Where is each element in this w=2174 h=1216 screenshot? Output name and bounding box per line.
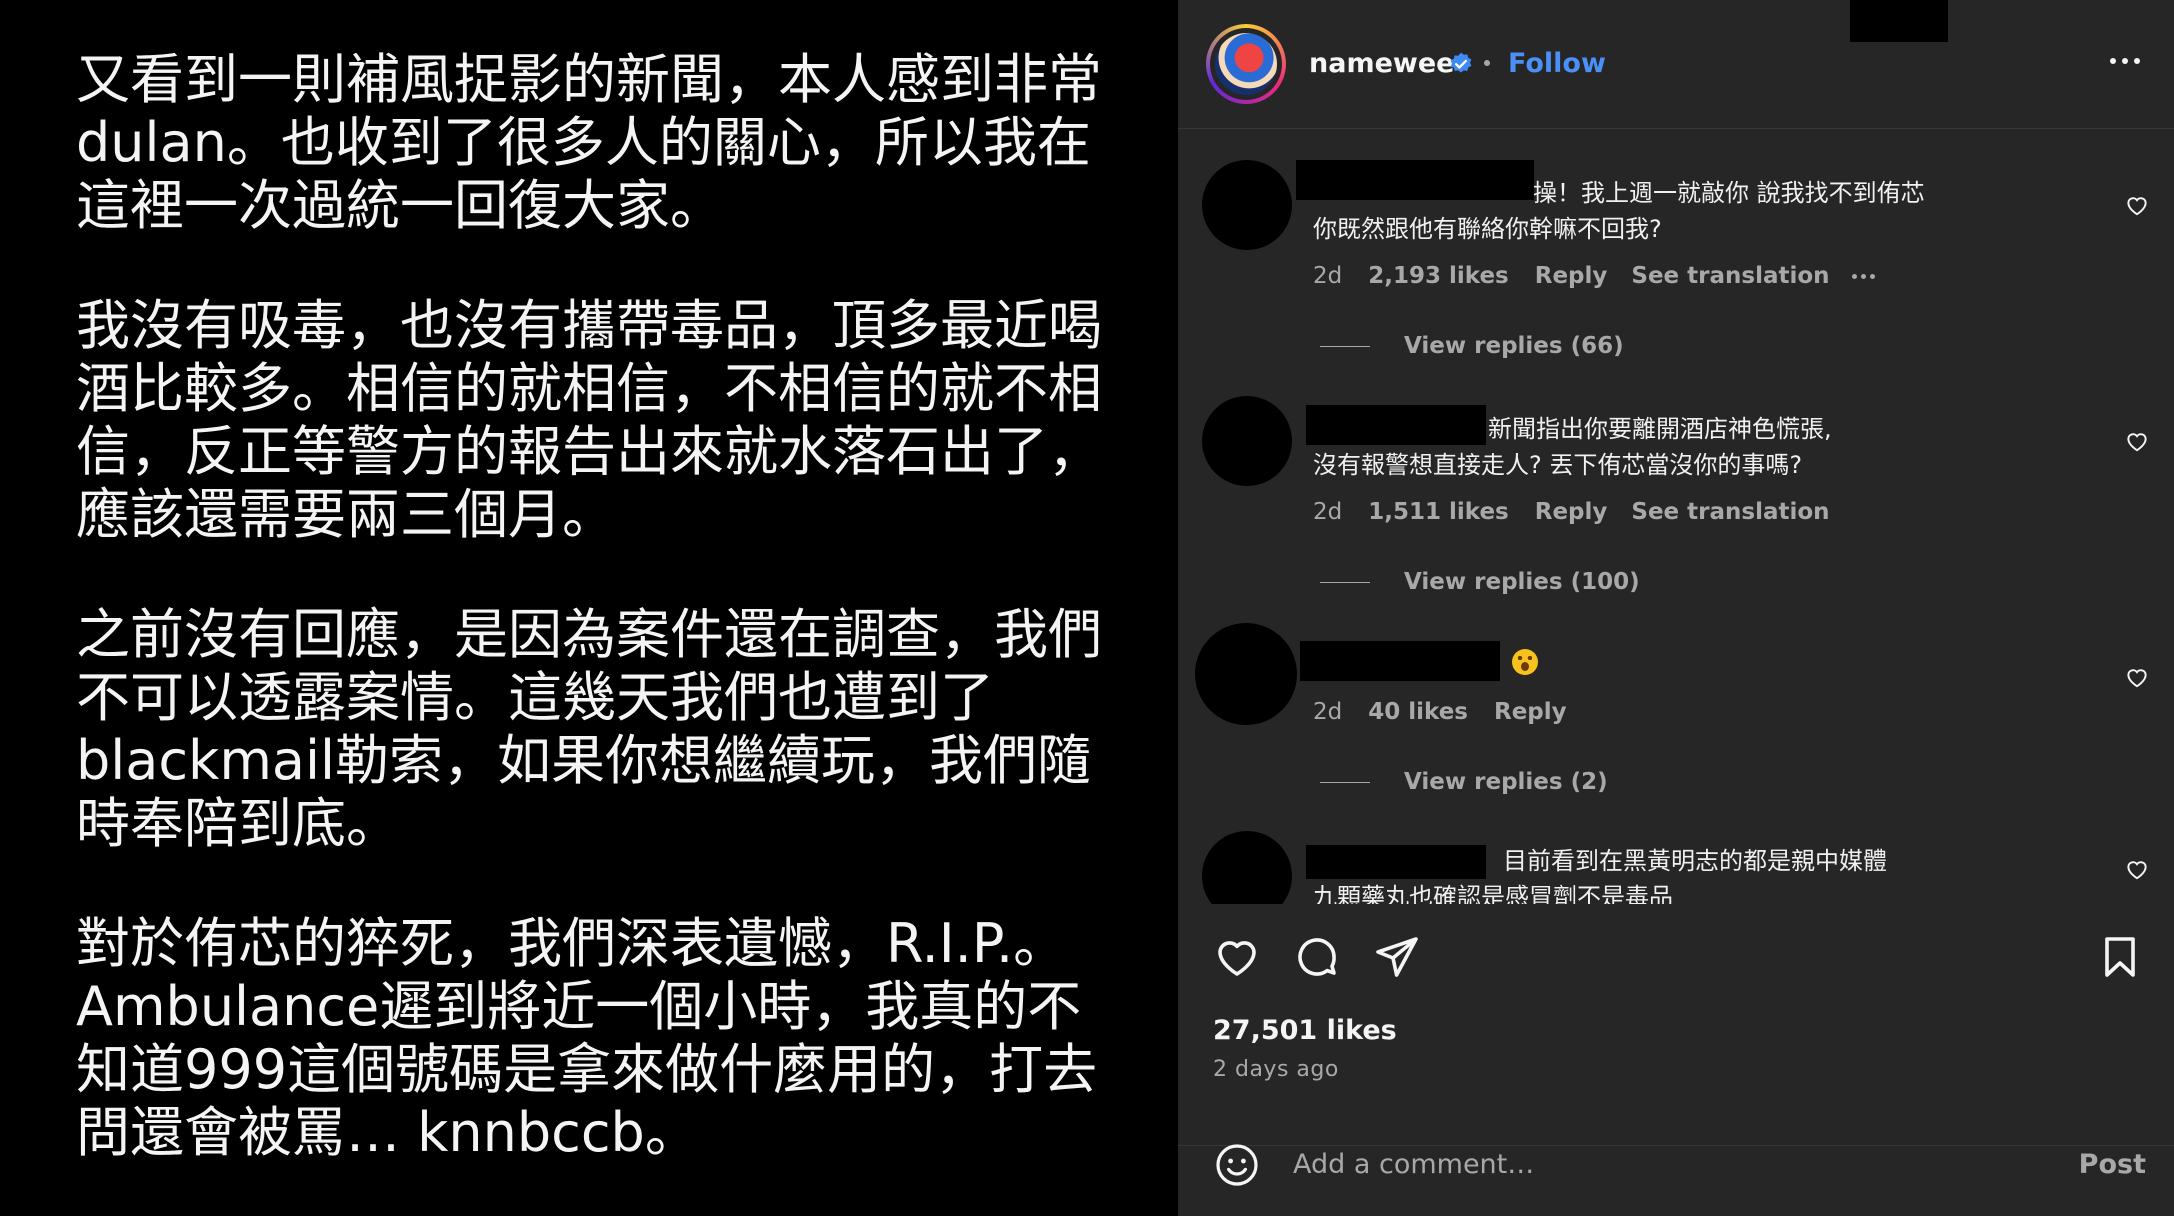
emoji-smiley-icon[interactable] (1213, 1141, 1261, 1189)
redacted-username (1300, 641, 1500, 681)
comment-avatar[interactable] (1202, 160, 1292, 250)
astonished-emoji-icon (1512, 649, 1538, 675)
like-comment-heart-icon[interactable] (2124, 192, 2150, 218)
comment-meta: 2d 1,511 likes Reply See translation (1313, 499, 1830, 525)
comment: 操！我上週一就敲你 說我找不到侑芯 你既然跟他有聯絡你幹嘛不回我? 2d 2,1… (1178, 129, 2174, 369)
comment-bubble-icon[interactable] (1293, 933, 1341, 981)
view-replies-label: View replies (100) (1404, 569, 1640, 595)
post-text-line: 應該還需要兩三個月。 (76, 483, 616, 546)
add-comment-input[interactable]: Add a comment… (1293, 1149, 1534, 1180)
username-link[interactable]: namewee (1309, 48, 1454, 79)
view-replies-label: View replies (2) (1404, 769, 1608, 795)
comment: 2d 40 likes Reply View replies (2) (1178, 601, 2174, 801)
separator-dot (1484, 60, 1490, 66)
comment-avatar[interactable] (1202, 396, 1292, 486)
reply-button[interactable]: Reply (1535, 499, 1608, 525)
comment-avatar[interactable] (1195, 623, 1297, 725)
view-replies-line (1320, 345, 1370, 347)
save-bookmark-icon[interactable] (2096, 933, 2144, 981)
comment-text-line: 操！我上週一就敲你 說我找不到侑芯 (1533, 179, 1925, 207)
post-likes-count[interactable]: 27,501 likes (1213, 1015, 1397, 1046)
share-paper-plane-icon[interactable] (1373, 933, 1421, 981)
post-paragraph: 我沒有吸毒，也沒有攜帶毒品，頂多最近喝 酒比較多。相信的就相信，不相信的就不相 … (76, 294, 1111, 546)
instagram-side-panel: namewee Follow 操！我上週一就敲你 說我找不到侑芯 你既然跟他有聯… (1178, 0, 2174, 1216)
comment-text-line: 你既然跟他有聯絡你幹嘛不回我? (1313, 215, 1662, 243)
view-replies-button[interactable]: View replies (100) (1320, 569, 1640, 595)
comment: 目前看到在黑黃明志的都是親中媒體 九顆藥丸也確認是感冒劑不是毒品 (1178, 823, 2174, 904)
comment-likes[interactable]: 1,511 likes (1368, 499, 1509, 525)
comment-likes[interactable]: 2,193 likes (1368, 263, 1509, 289)
comment-avatar[interactable] (1202, 831, 1292, 904)
verified-badge-icon (1450, 52, 1472, 73)
comment-text: 新聞指出你要離開酒店神色慌張, 沒有報警想直接走人? 丟下侑芯當沒你的事嗎? (1313, 411, 1832, 483)
post-text-line: 之前沒有回應，是因為案件還在調查，我們 (76, 603, 1102, 666)
more-options-icon[interactable] (2110, 58, 2140, 64)
comment-text-line: 新聞指出你要離開酒店神色慌張, (1488, 415, 1832, 443)
post-paragraph: 對於侑芯的猝死，我們深表遺憾，R.I.P.。 Ambulance遲到將近一個小時… (76, 912, 1111, 1164)
comment-more-icon[interactable] (1851, 273, 1875, 279)
avatar-ring-inner (1210, 28, 1282, 100)
post-text-block: 又看到一則補風捉影的新聞，本人感到非常 dulan。也收到了很多人的關心，所以我… (76, 48, 1111, 1216)
like-heart-icon[interactable] (1213, 933, 1261, 981)
comment-text: 操！我上週一就敲你 說我找不到侑芯 你既然跟他有聯絡你幹嘛不回我? (1313, 175, 1925, 247)
comment-text-line: 沒有報警想直接走人? 丟下侑芯當沒你的事嗎? (1313, 451, 1803, 479)
like-comment-heart-icon[interactable] (2124, 664, 2150, 690)
reply-button[interactable]: Reply (1535, 263, 1608, 289)
post-text-line: 酒比較多。相信的就相信，不相信的就不相 (76, 357, 1102, 420)
post-text-line: Ambulance遲到將近一個小時，我真的不 (76, 975, 1082, 1038)
comment-time: 2d (1313, 263, 1343, 289)
post-header: namewee Follow (1178, 0, 2174, 129)
post-text-line: dulan。也收到了很多人的關心，所以我在 (76, 111, 1091, 174)
comment-likes[interactable]: 40 likes (1368, 699, 1468, 725)
comments-list[interactable]: 操！我上週一就敲你 說我找不到侑芯 你既然跟他有聯絡你幹嘛不回我? 2d 2,1… (1178, 129, 2174, 904)
see-translation-button[interactable]: See translation (1631, 499, 1829, 525)
comment-meta: 2d 40 likes Reply (1313, 699, 1567, 725)
redaction-block (1850, 0, 1948, 42)
post-text-line: 問還會被罵… knnbccb。 (76, 1101, 699, 1164)
view-replies-line (1320, 781, 1370, 783)
comment: 新聞指出你要離開酒店神色慌張, 沒有報警想直接走人? 丟下侑芯當沒你的事嗎? 2… (1178, 365, 2174, 605)
comment-text: 目前看到在黑黃明志的都是親中媒體 九顆藥丸也確認是感冒劑不是毒品 (1313, 843, 1887, 904)
avatar-image (1215, 33, 1277, 95)
follow-button[interactable]: Follow (1508, 48, 1606, 79)
post-text-line: 時奉陪到底。 (76, 792, 400, 855)
view-replies-line (1320, 581, 1370, 583)
post-timestamp[interactable]: 2 days ago (1213, 1057, 1339, 1082)
see-translation-button[interactable]: See translation (1631, 263, 1829, 289)
comment-text-line: 九顆藥丸也確認是感冒劑不是毒品 (1313, 883, 1673, 904)
post-text-line: 我沒有吸毒，也沒有攜帶毒品，頂多最近喝 (76, 294, 1102, 357)
comment-meta: 2d 2,193 likes Reply See translation (1313, 263, 1875, 289)
post-text-line: 這裡一次過統一回復大家。 (76, 174, 724, 237)
view-replies-label: View replies (66) (1404, 333, 1624, 359)
view-replies-button[interactable]: View replies (66) (1320, 333, 1624, 359)
post-text-line: 知道999這個號碼是拿來做什麼用的，打去 (76, 1038, 1098, 1101)
post-text-line: 不可以透露案情。這幾天我們也遭到了 (76, 666, 994, 729)
avatar[interactable] (1206, 24, 1286, 104)
divider (1178, 1145, 2174, 1146)
reply-button[interactable]: Reply (1494, 699, 1567, 725)
post-text-line: 對於侑芯的猝死，我們深表遺憾，R.I.P.。 (76, 912, 1068, 975)
comment-time: 2d (1313, 699, 1343, 725)
view-replies-button[interactable]: View replies (2) (1320, 769, 1608, 795)
post-paragraph: 之前沒有回應，是因為案件還在調查，我們 不可以透露案情。這幾天我們也遭到了 bl… (76, 603, 1111, 855)
post-comment-button[interactable]: Post (2079, 1149, 2146, 1180)
comment-time: 2d (1313, 499, 1343, 525)
like-comment-heart-icon[interactable] (2124, 428, 2150, 454)
post-text-line: 信，反正等警方的報告出來就水落石出了， (76, 420, 1102, 483)
post-actions: 27,501 likes 2 days ago Add a comment… P… (1178, 905, 2174, 1205)
like-comment-heart-icon[interactable] (2124, 856, 2150, 882)
comment-text-line: 目前看到在黑黃明志的都是親中媒體 (1503, 847, 1887, 875)
post-text-line: 又看到一則補風捉影的新聞，本人感到非常 (76, 48, 1102, 111)
post-text-line: blackmail勒索，如果你想繼續玩，我們隨 (76, 729, 1092, 792)
post-paragraph: 又看到一則補風捉影的新聞，本人感到非常 dulan。也收到了很多人的關心，所以我… (76, 48, 1111, 237)
post-image: 又看到一則補風捉影的新聞，本人感到非常 dulan。也收到了很多人的關心，所以我… (0, 0, 1178, 1216)
